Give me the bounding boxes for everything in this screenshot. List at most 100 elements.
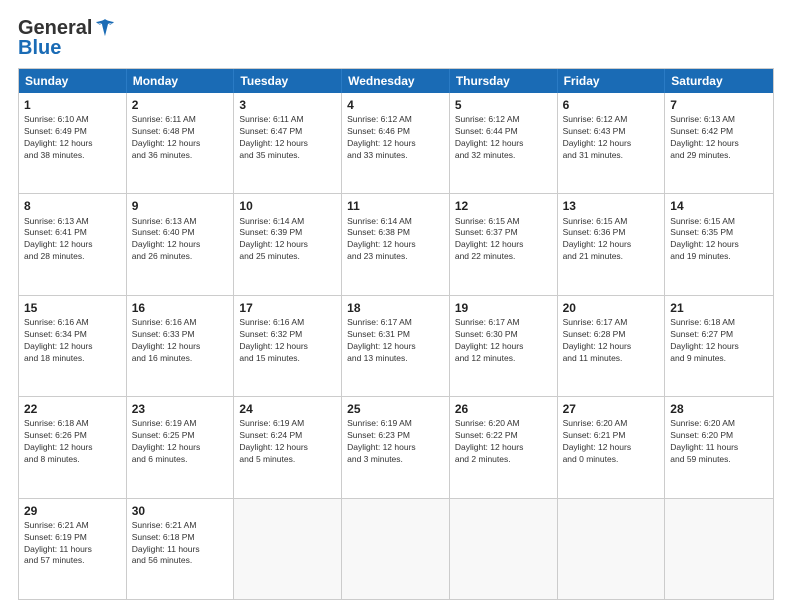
calendar-cell: 1Sunrise: 6:10 AM Sunset: 6:49 PM Daylig… [19,93,127,193]
calendar-cell: 6Sunrise: 6:12 AM Sunset: 6:43 PM Daylig… [558,93,666,193]
logo-general: General [18,18,92,38]
calendar-body: 1Sunrise: 6:10 AM Sunset: 6:49 PM Daylig… [19,93,773,599]
day-number: 8 [24,198,121,214]
page-header: General Blue [18,18,774,58]
calendar-cell: 16Sunrise: 6:16 AM Sunset: 6:33 PM Dayli… [127,296,235,396]
day-number: 9 [132,198,229,214]
calendar-cell: 24Sunrise: 6:19 AM Sunset: 6:24 PM Dayli… [234,397,342,497]
calendar-cell [234,499,342,599]
day-info: Sunrise: 6:17 AM Sunset: 6:31 PM Dayligh… [347,317,444,365]
day-number: 22 [24,401,121,417]
day-info: Sunrise: 6:11 AM Sunset: 6:48 PM Dayligh… [132,114,229,162]
day-number: 28 [670,401,768,417]
day-info: Sunrise: 6:18 AM Sunset: 6:26 PM Dayligh… [24,418,121,466]
day-info: Sunrise: 6:14 AM Sunset: 6:39 PM Dayligh… [239,216,336,264]
day-info: Sunrise: 6:20 AM Sunset: 6:21 PM Dayligh… [563,418,660,466]
calendar-cell: 8 Sunrise: 6:13 AM Sunset: 6:41 PM Daylig… [19,194,127,294]
day-header-saturday: Saturday [665,69,773,93]
day-info: Sunrise: 6:15 AM Sunset: 6:35 PM Dayligh… [670,216,768,264]
calendar-cell [665,499,773,599]
calendar-row-5: 29Sunrise: 6:21 AM Sunset: 6:19 PM Dayli… [19,499,773,599]
day-info: Sunrise: 6:21 AM Sunset: 6:18 PM Dayligh… [132,520,229,568]
day-info: Sunrise: 6:17 AM Sunset: 6:30 PM Dayligh… [455,317,552,365]
day-info: Sunrise: 6:16 AM Sunset: 6:33 PM Dayligh… [132,317,229,365]
day-number: 12 [455,198,552,214]
day-header-thursday: Thursday [450,69,558,93]
day-info: Sunrise: 6:16 AM Sunset: 6:34 PM Dayligh… [24,317,121,365]
day-info: Sunrise: 6:21 AM Sunset: 6:19 PM Dayligh… [24,520,121,568]
day-number: 16 [132,300,229,316]
calendar-cell: 2Sunrise: 6:11 AM Sunset: 6:48 PM Daylig… [127,93,235,193]
day-number: 14 [670,198,768,214]
logo: General Blue [18,18,116,58]
day-info: Sunrise: 6:19 AM Sunset: 6:24 PM Dayligh… [239,418,336,466]
calendar: SundayMondayTuesdayWednesdayThursdayFrid… [18,68,774,600]
day-number: 18 [347,300,444,316]
calendar-page: General Blue SundayMondayTuesdayWednesda… [0,0,792,612]
day-number: 24 [239,401,336,417]
day-header-monday: Monday [127,69,235,93]
day-header-wednesday: Wednesday [342,69,450,93]
day-info: Sunrise: 6:13 AM Sunset: 6:42 PM Dayligh… [670,114,768,162]
day-number: 25 [347,401,444,417]
day-info: Sunrise: 6:14 AM Sunset: 6:38 PM Dayligh… [347,216,444,264]
calendar-cell: 10Sunrise: 6:14 AM Sunset: 6:39 PM Dayli… [234,194,342,294]
day-info: Sunrise: 6:13 AM Sunset: 6:40 PM Dayligh… [132,216,229,264]
logo-blue: Blue [18,38,61,58]
day-header-sunday: Sunday [19,69,127,93]
calendar-cell: 12Sunrise: 6:15 AM Sunset: 6:37 PM Dayli… [450,194,558,294]
calendar-cell [450,499,558,599]
day-number: 17 [239,300,336,316]
day-info: Sunrise: 6:19 AM Sunset: 6:23 PM Dayligh… [347,418,444,466]
day-info: Sunrise: 6:12 AM Sunset: 6:44 PM Dayligh… [455,114,552,162]
calendar-cell: 5Sunrise: 6:12 AM Sunset: 6:44 PM Daylig… [450,93,558,193]
calendar-cell: 22Sunrise: 6:18 AM Sunset: 6:26 PM Dayli… [19,397,127,497]
day-info: Sunrise: 6:19 AM Sunset: 6:25 PM Dayligh… [132,418,229,466]
day-number: 6 [563,97,660,113]
day-number: 29 [24,503,121,519]
calendar-row-2: 8 Sunrise: 6:13 AM Sunset: 6:41 PM Daylig… [19,194,773,295]
day-number: 2 [132,97,229,113]
calendar-cell: 27Sunrise: 6:20 AM Sunset: 6:21 PM Dayli… [558,397,666,497]
day-info: Sunrise: 6:12 AM Sunset: 6:46 PM Dayligh… [347,114,444,162]
calendar-header: SundayMondayTuesdayWednesdayThursdayFrid… [19,69,773,93]
day-header-friday: Friday [558,69,666,93]
calendar-cell: 9 Sunrise: 6:13 AM Sunset: 6:40 PM Daylig… [127,194,235,294]
calendar-cell: 4Sunrise: 6:12 AM Sunset: 6:46 PM Daylig… [342,93,450,193]
calendar-cell: 13Sunrise: 6:15 AM Sunset: 6:36 PM Dayli… [558,194,666,294]
day-info: Sunrise: 6:13 AM Sunset: 6:41 PM Dayligh… [24,216,121,264]
calendar-cell: 14 Sunrise: 6:15 AM Sunset: 6:35 PM Dayli… [665,194,773,294]
calendar-cell: 30Sunrise: 6:21 AM Sunset: 6:18 PM Dayli… [127,499,235,599]
day-number: 1 [24,97,121,113]
day-number: 4 [347,97,444,113]
day-header-tuesday: Tuesday [234,69,342,93]
calendar-cell: 17Sunrise: 6:16 AM Sunset: 6:32 PM Dayli… [234,296,342,396]
day-number: 27 [563,401,660,417]
day-number: 30 [132,503,229,519]
calendar-row-4: 22Sunrise: 6:18 AM Sunset: 6:26 PM Dayli… [19,397,773,498]
day-number: 20 [563,300,660,316]
calendar-cell: 7Sunrise: 6:13 AM Sunset: 6:42 PM Daylig… [665,93,773,193]
calendar-cell [342,499,450,599]
calendar-row-1: 1Sunrise: 6:10 AM Sunset: 6:49 PM Daylig… [19,93,773,194]
calendar-cell: 25Sunrise: 6:19 AM Sunset: 6:23 PM Dayli… [342,397,450,497]
calendar-cell: 18Sunrise: 6:17 AM Sunset: 6:31 PM Dayli… [342,296,450,396]
day-info: Sunrise: 6:10 AM Sunset: 6:49 PM Dayligh… [24,114,121,162]
day-info: Sunrise: 6:16 AM Sunset: 6:32 PM Dayligh… [239,317,336,365]
calendar-cell: 19Sunrise: 6:17 AM Sunset: 6:30 PM Dayli… [450,296,558,396]
calendar-cell: 3Sunrise: 6:11 AM Sunset: 6:47 PM Daylig… [234,93,342,193]
calendar-cell: 15Sunrise: 6:16 AM Sunset: 6:34 PM Dayli… [19,296,127,396]
logo-icon [94,18,116,38]
calendar-cell: 29Sunrise: 6:21 AM Sunset: 6:19 PM Dayli… [19,499,127,599]
calendar-cell: 20Sunrise: 6:17 AM Sunset: 6:28 PM Dayli… [558,296,666,396]
day-number: 21 [670,300,768,316]
day-number: 7 [670,97,768,113]
calendar-cell: 28Sunrise: 6:20 AM Sunset: 6:20 PM Dayli… [665,397,773,497]
calendar-cell: 23Sunrise: 6:19 AM Sunset: 6:25 PM Dayli… [127,397,235,497]
calendar-cell: 26Sunrise: 6:20 AM Sunset: 6:22 PM Dayli… [450,397,558,497]
calendar-cell [558,499,666,599]
day-number: 19 [455,300,552,316]
day-info: Sunrise: 6:17 AM Sunset: 6:28 PM Dayligh… [563,317,660,365]
day-number: 26 [455,401,552,417]
day-number: 23 [132,401,229,417]
